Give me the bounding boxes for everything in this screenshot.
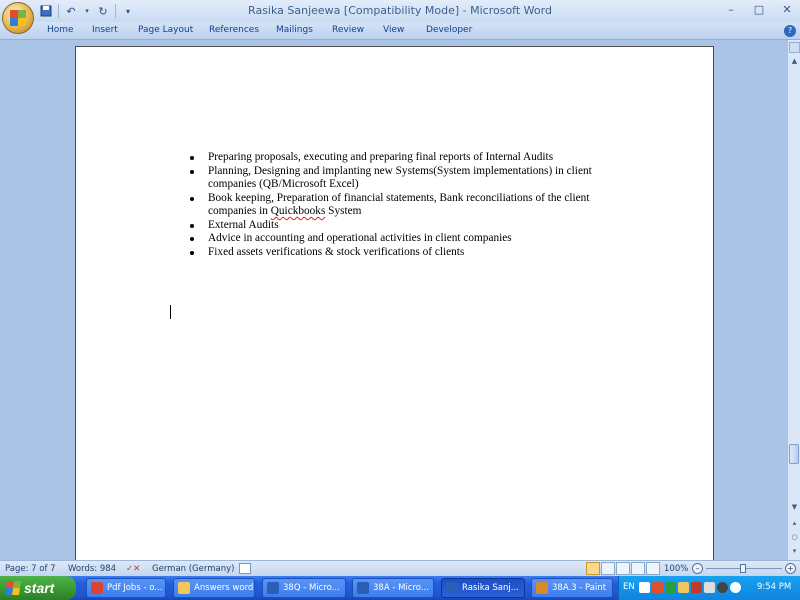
windows-flag-icon: [5, 581, 21, 595]
bullet-icon: [190, 196, 194, 201]
language-bar[interactable]: EN: [623, 582, 635, 592]
taskbar-item-pdf-jobs[interactable]: Pdf Jobs - o...: [86, 578, 166, 598]
minimize-icon[interactable]: –: [724, 3, 738, 17]
status-bar: Page: 7 of 7 Words: 984 ✓✕ German (Germa…: [0, 560, 800, 576]
document-page[interactable]: Preparing proposals, executing and prepa…: [75, 46, 714, 566]
page-count[interactable]: Page: 7 of 7: [5, 564, 56, 574]
tab-references[interactable]: References: [209, 25, 259, 35]
previous-page-icon[interactable]: ▴: [789, 518, 800, 529]
language-indicator[interactable]: German (Germany): [152, 564, 234, 574]
window-controls: – □ ✕: [724, 3, 794, 17]
tab-home[interactable]: Home: [47, 25, 74, 35]
proofing-icon[interactable]: ✓✕: [126, 564, 140, 574]
select-browse-object-icon[interactable]: ○: [789, 532, 800, 543]
list-item: Planning, Designing and implanting new S…: [172, 165, 632, 192]
office-button[interactable]: [2, 2, 34, 34]
list-item: Fixed assets verifications & stock verif…: [172, 246, 632, 260]
tray-app-icon[interactable]: [678, 582, 689, 593]
redo-icon[interactable]: ↻: [95, 3, 111, 19]
word-count[interactable]: Words: 984: [68, 564, 116, 574]
zoom-slider-thumb[interactable]: [740, 564, 746, 573]
start-label: start: [24, 580, 55, 596]
tray-app-icon[interactable]: [730, 582, 741, 593]
word-doc-icon: [357, 582, 369, 594]
taskbar-item-answers-word[interactable]: Answers word: [173, 578, 255, 598]
folder-icon: [178, 582, 190, 594]
customize-qat-icon[interactable]: ▾: [120, 3, 136, 19]
office-logo-icon: [10, 10, 26, 26]
list-item: Preparing proposals, executing and prepa…: [172, 151, 632, 165]
web-layout-view-button[interactable]: [616, 562, 630, 575]
word-doc-icon: [267, 582, 279, 594]
tab-developer[interactable]: Developer: [426, 25, 472, 35]
next-page-icon[interactable]: ▾: [789, 546, 800, 557]
dropdown-icon[interactable]: ▾: [83, 3, 91, 19]
tab-page-layout[interactable]: Page Layout: [138, 25, 193, 35]
view-ruler-icon[interactable]: [789, 42, 800, 53]
start-button[interactable]: start: [0, 576, 76, 600]
outline-view-button[interactable]: [631, 562, 645, 575]
list-item: Advice in accounting and operational act…: [172, 232, 632, 246]
tray-app-icon[interactable]: [691, 582, 702, 593]
tab-mailings[interactable]: Mailings: [276, 25, 313, 35]
qat-separator: [58, 4, 59, 18]
macro-record-icon[interactable]: [239, 563, 251, 574]
full-screen-reading-view-button[interactable]: [601, 562, 615, 575]
tab-view[interactable]: View: [383, 25, 404, 35]
document-workspace: Preparing proposals, executing and prepa…: [0, 40, 787, 566]
list-item: Book keeping, Preparation of financial s…: [172, 192, 632, 219]
window-title: Rasika Sanjeewa [Compatibility Mode] - M…: [248, 4, 552, 17]
clock[interactable]: 9:54 PM: [757, 582, 791, 592]
tray-app-icon[interactable]: [717, 582, 728, 593]
paint-icon: [536, 582, 548, 594]
tray-app-icon[interactable]: [639, 582, 650, 593]
tray-app-icon[interactable]: [704, 582, 715, 593]
tray-app-icon[interactable]: [652, 582, 663, 593]
tab-insert[interactable]: Insert: [92, 25, 118, 35]
bullet-icon: [190, 169, 194, 174]
text-cursor: [170, 305, 171, 319]
qat-separator: [115, 4, 116, 18]
misspelled-word[interactable]: Quickbooks: [271, 205, 326, 217]
taskbar: start Pdf Jobs - o... Answers word 38Q -…: [0, 576, 800, 600]
quick-access-toolbar: ↶ ▾ ↻ ▾: [38, 3, 136, 19]
scroll-up-icon[interactable]: ▲: [789, 56, 800, 67]
vertical-scrollbar[interactable]: ▲ ▼ ▴ ○ ▾: [787, 40, 800, 560]
bullet-list: Preparing proposals, executing and prepa…: [172, 151, 632, 259]
tray-app-icon[interactable]: [665, 582, 676, 593]
scrollbar-thumb[interactable]: [789, 444, 799, 464]
title-bar: ↶ ▾ ↻ ▾ Rasika Sanjeewa [Compatibility M…: [0, 0, 800, 34]
maximize-icon[interactable]: □: [752, 3, 766, 17]
zoom-level[interactable]: 100%: [664, 564, 688, 574]
taskbar-item-38a[interactable]: 38A - Micro...: [352, 578, 434, 598]
close-icon[interactable]: ✕: [780, 3, 794, 17]
word-doc-icon: [446, 582, 458, 594]
draft-view-button[interactable]: [646, 562, 660, 575]
undo-icon[interactable]: ↶: [63, 3, 79, 19]
taskbar-item-paint[interactable]: 38A.3 - Paint: [531, 578, 613, 598]
list-item: External Audits: [172, 219, 632, 233]
zoom-out-icon[interactable]: –: [692, 563, 703, 574]
bullet-icon: [190, 156, 194, 160]
tab-review[interactable]: Review: [332, 25, 364, 35]
bullet-icon: [190, 223, 194, 228]
save-icon[interactable]: [38, 3, 54, 19]
taskbar-item-38q[interactable]: 38Q - Micro...: [262, 578, 346, 598]
bullet-icon: [190, 237, 194, 241]
scroll-down-icon[interactable]: ▼: [789, 502, 800, 513]
taskbar-item-rasika-sanjeewa[interactable]: Rasika Sanj...: [441, 578, 525, 598]
print-layout-view-button[interactable]: [586, 562, 600, 575]
bullet-icon: [190, 250, 194, 255]
ribbon-tabs: Home Insert Page Layout References Maili…: [0, 22, 800, 40]
zoom-in-icon[interactable]: +: [785, 563, 796, 574]
browser-icon: [91, 582, 103, 594]
system-tray: EN 9:54 PM: [618, 576, 800, 600]
help-icon[interactable]: ?: [784, 25, 796, 37]
